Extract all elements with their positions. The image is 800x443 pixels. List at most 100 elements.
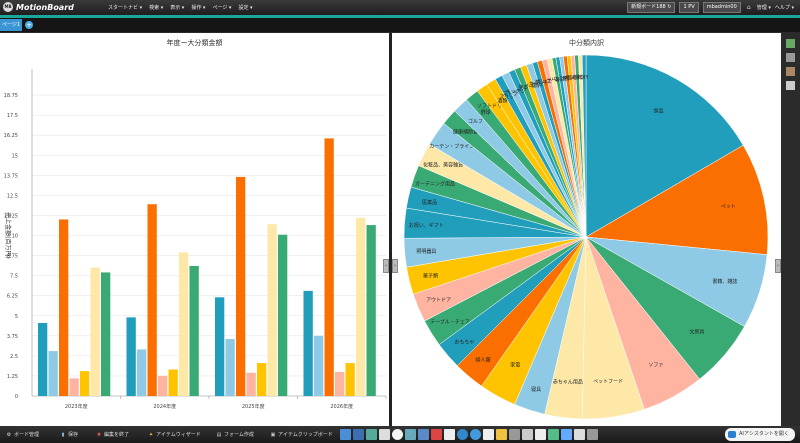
bar[interactable] bbox=[90, 267, 100, 396]
gallery-item-icon[interactable] bbox=[431, 429, 442, 440]
menu-page[interactable]: ページ ▾ bbox=[212, 4, 231, 11]
text-item-icon[interactable] bbox=[444, 429, 455, 440]
y-tick-label: 16.25 bbox=[4, 133, 18, 139]
bar[interactable] bbox=[59, 219, 69, 396]
bar[interactable] bbox=[80, 371, 90, 396]
label-item-icon[interactable] bbox=[522, 429, 533, 440]
board-manage-button[interactable]: ⚙ ボード管理 bbox=[6, 431, 40, 439]
form-icon: ▤ bbox=[216, 431, 222, 438]
y-tick-label: 10 bbox=[12, 234, 18, 240]
logo-name: MotionBoard bbox=[16, 2, 74, 12]
pie-slice-label: テーブル・チェア bbox=[430, 319, 470, 326]
bar[interactable] bbox=[69, 378, 79, 396]
bar[interactable] bbox=[38, 322, 48, 396]
bar[interactable] bbox=[48, 351, 58, 396]
trash-save-icon: ▮ bbox=[61, 431, 65, 438]
user-button[interactable]: mbadmin00 bbox=[702, 2, 741, 13]
menu-view[interactable]: 表示 ▾ bbox=[170, 4, 184, 11]
home-icon[interactable]: ⌂ bbox=[745, 4, 753, 12]
x-tick-label: 2024年度 bbox=[153, 403, 176, 410]
menu-operation[interactable]: 操作 ▾ bbox=[191, 4, 205, 11]
globe-item-icon[interactable] bbox=[457, 429, 468, 440]
logo-badge-icon: MB bbox=[3, 2, 13, 12]
bar[interactable] bbox=[236, 176, 246, 396]
bar[interactable] bbox=[324, 138, 334, 396]
bar[interactable] bbox=[267, 224, 277, 396]
bar[interactable] bbox=[278, 234, 288, 396]
y-tick-label: 15 bbox=[12, 153, 18, 159]
admin-menu[interactable]: 管理 ▾ bbox=[757, 4, 771, 11]
menu-search[interactable]: 検索 ▾ bbox=[149, 4, 163, 11]
button-item-icon[interactable] bbox=[509, 429, 520, 440]
bar[interactable] bbox=[126, 317, 136, 396]
pie-slice-label: おもちゃ bbox=[454, 338, 474, 345]
page-view-counter[interactable]: 1 PV bbox=[679, 2, 699, 13]
y-tick-label: 2.5 bbox=[10, 354, 18, 360]
tab-page1[interactable]: ページ1 bbox=[0, 19, 22, 31]
image-item-icon[interactable] bbox=[418, 429, 429, 440]
bar[interactable] bbox=[215, 297, 225, 396]
grid-item-icon[interactable] bbox=[405, 429, 416, 440]
bar[interactable] bbox=[189, 265, 199, 396]
window-item-icon[interactable] bbox=[535, 429, 546, 440]
bar[interactable] bbox=[179, 252, 189, 396]
layers-item-icon[interactable] bbox=[574, 429, 585, 440]
menu-settings[interactable]: 設定 ▾ bbox=[238, 4, 252, 11]
side-tool-icon[interactable] bbox=[786, 81, 795, 90]
item-wizard-button[interactable]: ✦ アイテムウィザード bbox=[148, 431, 201, 439]
board-manage-label: ボード管理 bbox=[14, 432, 40, 438]
crosstab-item-icon[interactable] bbox=[379, 429, 390, 440]
new-board-button[interactable]: 新規ボード188 ↻ bbox=[627, 2, 676, 13]
pie-slice-label: 化粧品、美容雑貨 bbox=[423, 162, 463, 169]
bar[interactable] bbox=[168, 369, 178, 396]
save-button[interactable]: ▮ 保存 bbox=[60, 431, 78, 439]
ai-assistant-button[interactable]: AIアシスタントを開く bbox=[725, 428, 795, 441]
form-create-button[interactable]: ▤ フォーム作成 bbox=[216, 431, 254, 439]
bar[interactable] bbox=[345, 363, 355, 396]
bar-chart-item-icon[interactable] bbox=[340, 429, 351, 440]
bar[interactable] bbox=[366, 225, 376, 396]
side-tool-icon[interactable] bbox=[786, 39, 795, 48]
bar[interactable] bbox=[314, 335, 324, 396]
bar[interactable] bbox=[147, 204, 157, 396]
pie-chart-panel: 中分類内訳 食品 ペット 書籍、雑誌 文房具 ソファ ペットフード 赤ちゃん用品 寝具 家電 婦人… bbox=[392, 33, 781, 426]
comment-item-icon[interactable] bbox=[483, 429, 494, 440]
app-logo: MB MotionBoard bbox=[3, 2, 74, 12]
pie-slice-label: DIY bbox=[580, 75, 589, 81]
bar[interactable] bbox=[225, 339, 235, 396]
y-tick-label: 5 bbox=[15, 314, 18, 320]
clock-item-icon[interactable] bbox=[392, 429, 403, 440]
ai-robot-icon bbox=[728, 431, 736, 438]
add-tab-icon[interactable]: + bbox=[25, 21, 33, 29]
bar[interactable] bbox=[101, 272, 111, 396]
end-edit-button[interactable]: ✖ 編集を終了 bbox=[96, 431, 129, 439]
help-menu[interactable]: ヘルプ ▾ bbox=[775, 4, 794, 11]
y-tick-label: 12.5 bbox=[7, 193, 18, 199]
folder-item-icon[interactable] bbox=[496, 429, 507, 440]
bar[interactable] bbox=[356, 217, 366, 396]
bar[interactable] bbox=[246, 372, 256, 396]
bar[interactable] bbox=[137, 349, 147, 396]
item-clipboard-button[interactable]: ▣ アイテムクリップボード bbox=[270, 431, 333, 439]
pie-slice-label: ゴルフ bbox=[468, 118, 483, 125]
bar[interactable] bbox=[257, 363, 267, 396]
x-tick-label: 2026年度 bbox=[330, 403, 353, 410]
new-board-label: 新規ボード188 bbox=[631, 4, 666, 10]
side-tool-icon[interactable] bbox=[786, 67, 795, 76]
menu-start-navi[interactable]: スタートナビ ▾ bbox=[108, 4, 142, 11]
cube-item-icon[interactable] bbox=[561, 429, 572, 440]
item-clipboard-label: アイテムクリップボード bbox=[278, 432, 333, 438]
table-item-icon[interactable] bbox=[366, 429, 377, 440]
collapse-right-panel-handle[interactable]: › bbox=[392, 259, 398, 273]
map-item-icon[interactable] bbox=[470, 429, 481, 440]
bar[interactable] bbox=[158, 375, 168, 396]
calendar-item-icon[interactable] bbox=[548, 429, 559, 440]
bar[interactable] bbox=[303, 290, 313, 396]
bar[interactable] bbox=[335, 371, 345, 396]
page-tab-bar: ページ1 + bbox=[0, 18, 800, 32]
pie-slice-label: 文房具 bbox=[689, 328, 704, 335]
more-items-icon[interactable] bbox=[587, 429, 598, 440]
pie-slice-label: ペット bbox=[721, 204, 736, 210]
side-tool-icon[interactable] bbox=[786, 53, 795, 62]
column-chart-item-icon[interactable] bbox=[353, 429, 364, 440]
